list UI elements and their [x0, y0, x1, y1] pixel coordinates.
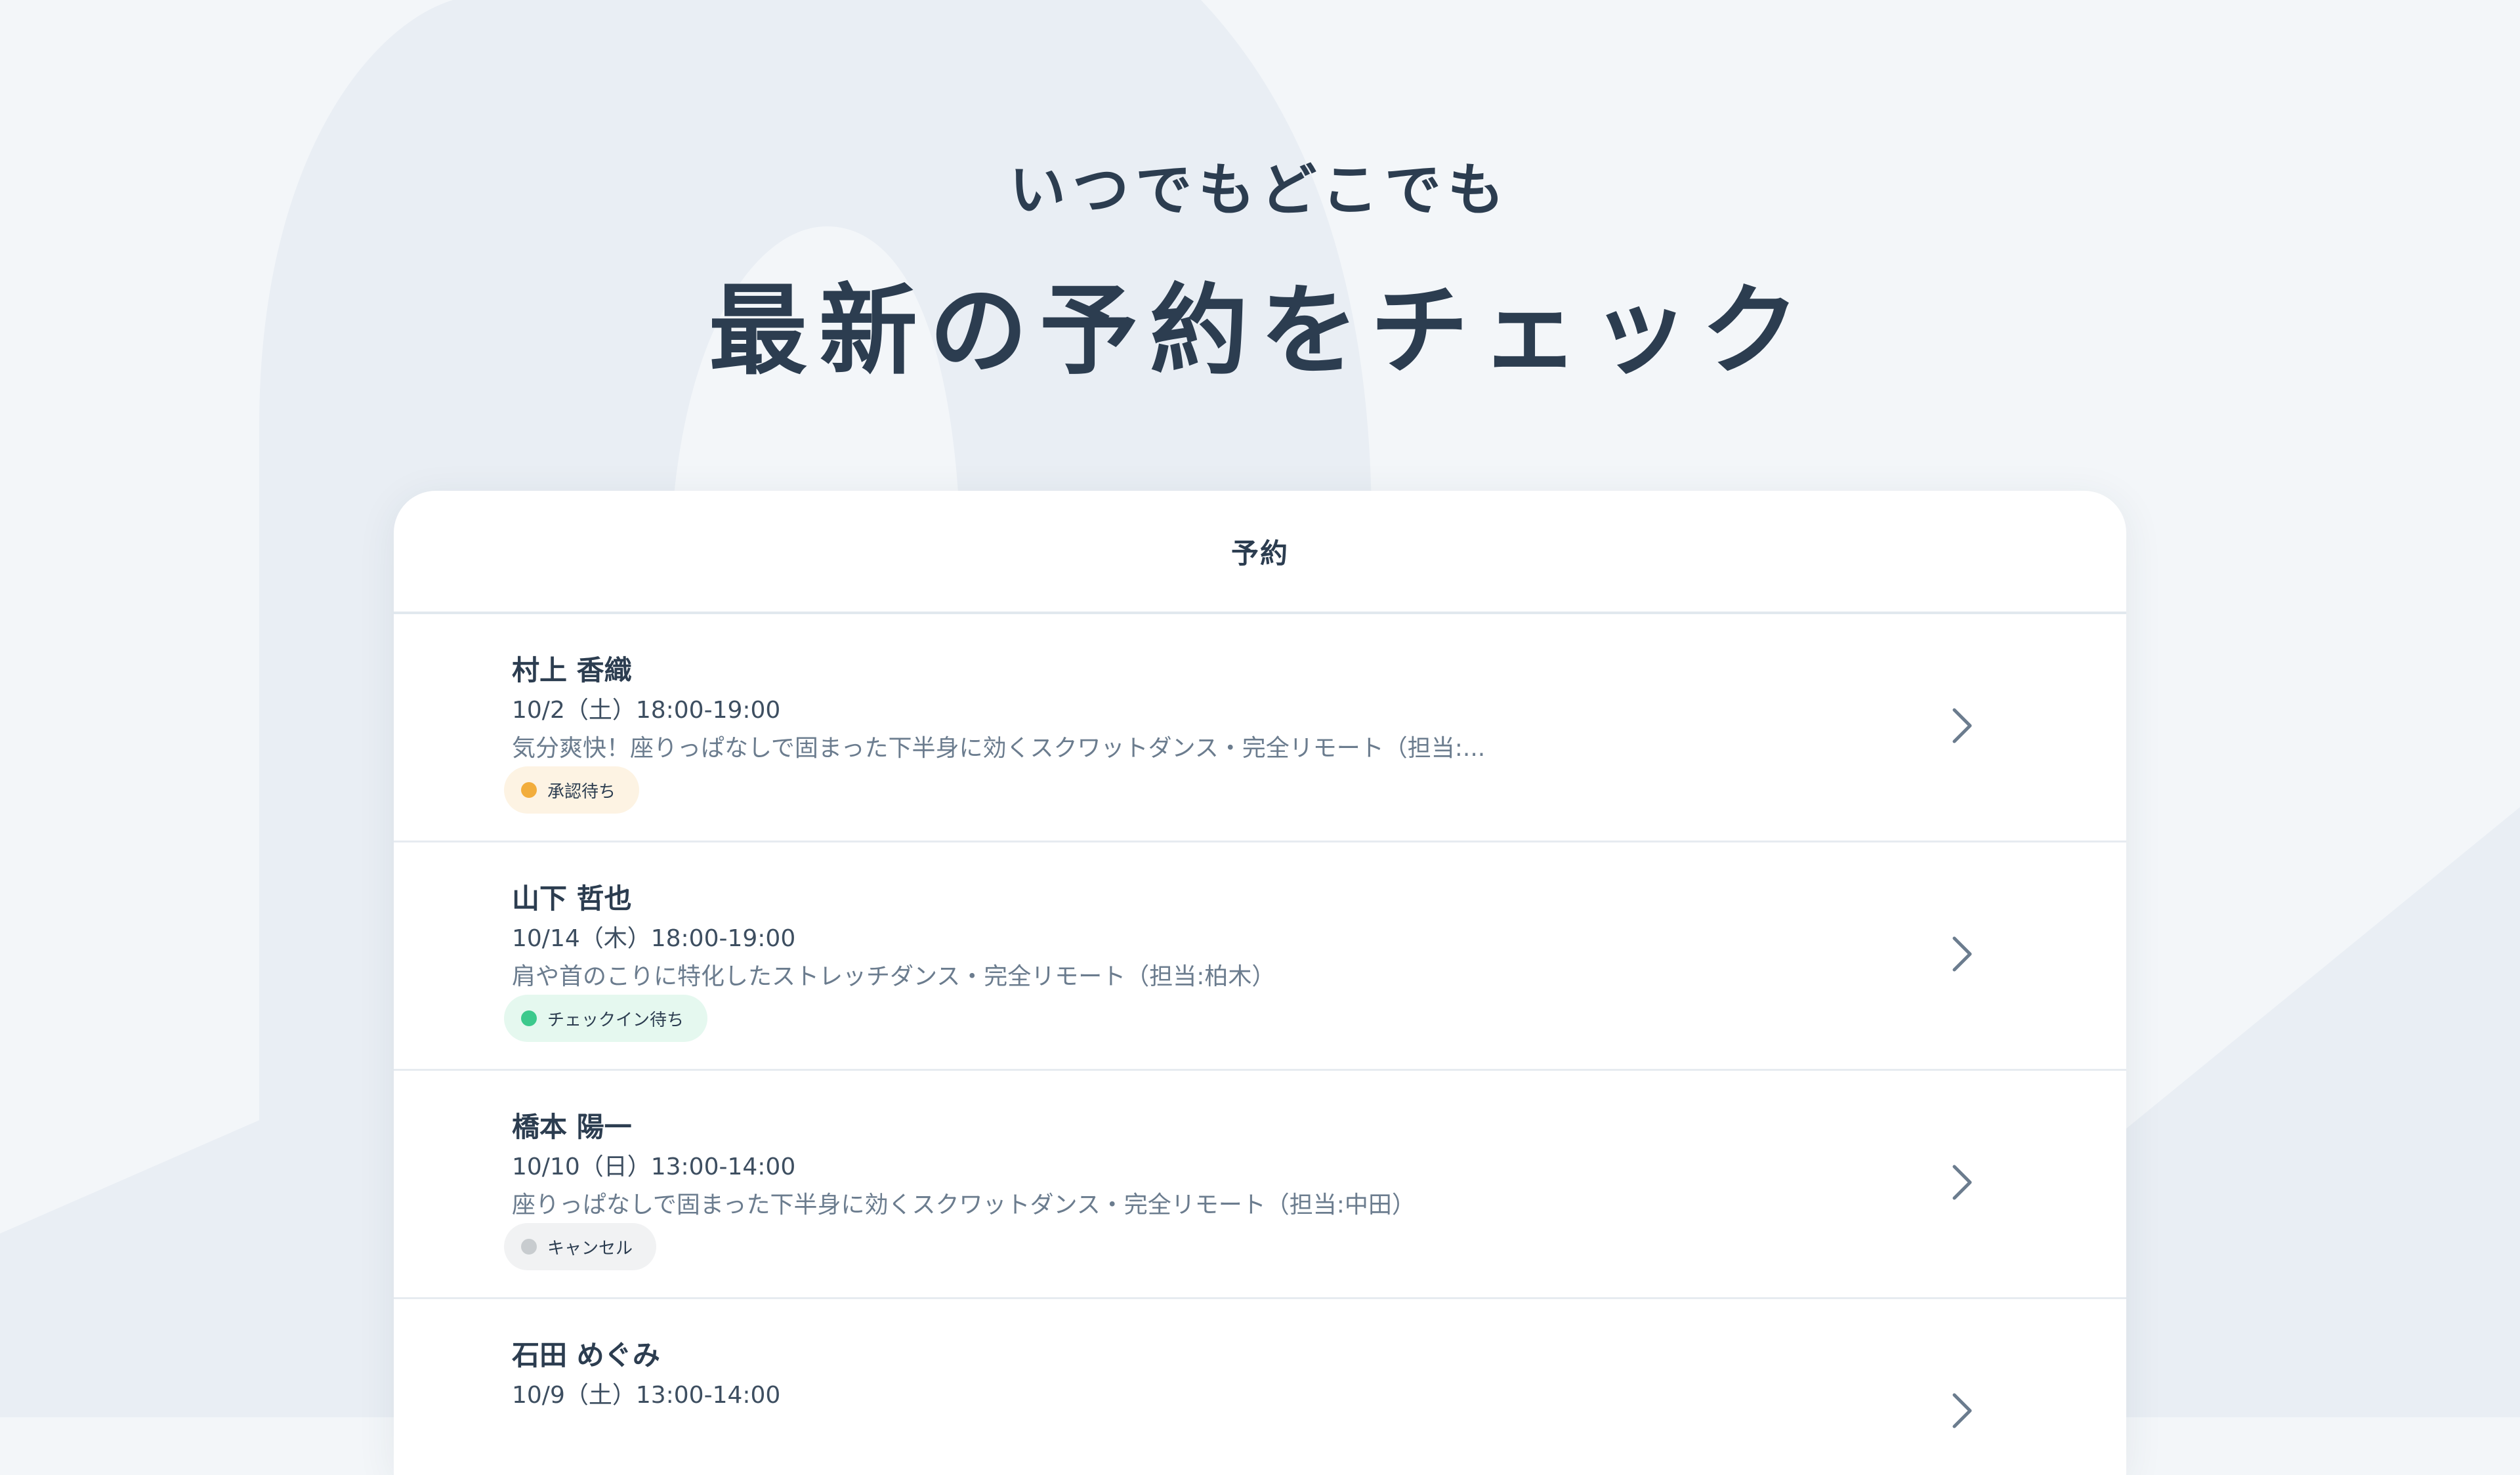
customer-name: 橋本 陽一 — [512, 1111, 632, 1143]
chevron-right-icon[interactable] — [1949, 1161, 1975, 1203]
status-dot — [521, 782, 537, 798]
card-header: 予約 — [394, 491, 2126, 614]
reservation-row[interactable]: 村上 香織 10/2（土）18:00-19:00 気分爽快！座りっぱなしで固まっ… — [394, 614, 2126, 842]
reservation-datetime: 10/2（土）18:00-19:00 — [512, 697, 781, 724]
reservation-description: 座りっぱなしで固まった下半身に効くスクワットダンス・完全リモート（担当:中田） — [512, 1192, 1416, 1218]
customer-name: 村上 香織 — [512, 654, 632, 686]
status-badge: チェックイン待ち — [504, 995, 708, 1042]
status-badge: キャンセル — [504, 1223, 657, 1270]
reservation-row[interactable]: 橋本 陽一 10/10（日）13:00-14:00 座りっぱなしで固まった下半身… — [394, 1071, 2126, 1299]
reservation-description: 肩や首のこりに特化したストレッチダンス・完全リモート（担当:柏木） — [512, 963, 1276, 990]
reservation-row[interactable]: 石田 めぐみ 10/9（土）13:00-14:00 — [394, 1299, 2126, 1475]
status-label: 承認待ち — [547, 781, 616, 802]
reservation-datetime: 10/9（土）13:00-14:00 — [512, 1382, 781, 1409]
customer-name: 山下 哲也 — [512, 883, 632, 915]
status-label: チェックイン待ち — [547, 1010, 684, 1030]
customer-name: 石田 めぐみ — [512, 1339, 660, 1371]
reservation-description: 気分爽快！座りっぱなしで固まった下半身に効くスクワットダンス・完全リモート（担当… — [512, 735, 1486, 762]
chevron-right-icon[interactable] — [1949, 933, 1975, 975]
hero-subtitle: いつでもどこでも — [1009, 157, 1511, 223]
reservation-datetime: 10/10（日）13:00-14:00 — [512, 1153, 796, 1180]
reservation-datetime: 10/14（木）18:00-19:00 — [512, 925, 796, 952]
chevron-right-icon[interactable] — [1949, 705, 1975, 747]
reservations-card: 予約 村上 香織 10/2（土）18:00-19:00 気分爽快！座りっぱなしで… — [394, 491, 2126, 1475]
card-title: 予約 — [1230, 537, 1289, 570]
status-dot — [521, 1239, 537, 1255]
status-dot — [521, 1010, 537, 1026]
status-badge: 承認待ち — [504, 766, 640, 814]
reservation-row[interactable]: 山下 哲也 10/14（木）18:00-19:00 肩や首のこりに特化したストレ… — [394, 842, 2126, 1071]
status-label: キャンセル — [547, 1238, 633, 1258]
chevron-right-icon[interactable] — [1949, 1390, 1975, 1432]
hero-title: 最新の予約をチェック — [708, 274, 1811, 388]
